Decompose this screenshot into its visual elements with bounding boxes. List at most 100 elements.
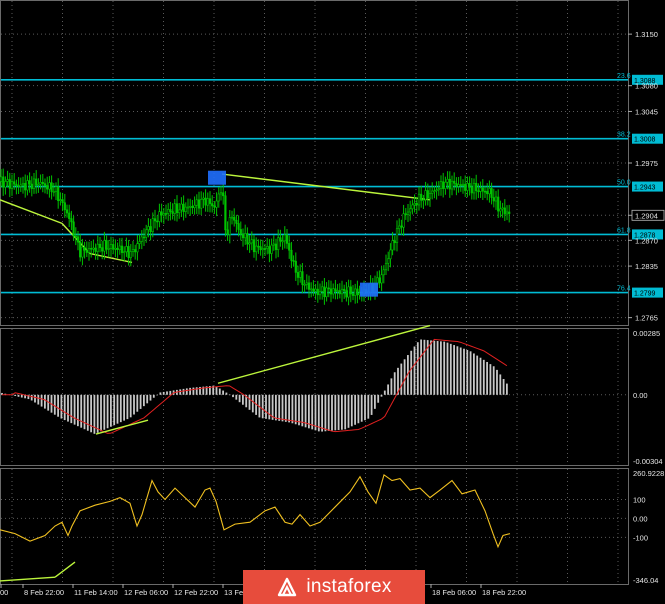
macd-histogram-bar: [453, 345, 455, 395]
candle-body: [63, 202, 66, 211]
candle-body: [461, 183, 465, 186]
candle-body: [90, 248, 93, 250]
macd-histogram-bar: [110, 394, 112, 427]
macd-histogram-bar: [463, 348, 465, 395]
candle-body: [61, 199, 64, 204]
candle-body: [466, 183, 469, 191]
macd-histogram-bar: [162, 391, 165, 395]
candle-body: [175, 203, 179, 214]
macd-histogram-bar: [350, 394, 353, 427]
candle-body: [382, 269, 385, 276]
macd-histogram-bar: [387, 384, 389, 395]
x-tick-label: 00: [0, 588, 8, 597]
candle-body: [270, 244, 273, 254]
macd-histogram-bar: [413, 346, 416, 395]
macd-histogram-bar: [251, 394, 254, 413]
macd-histogram-bar: [492, 366, 495, 395]
macd-histogram-bar: [324, 394, 327, 432]
candle-body: [349, 286, 352, 295]
candle-body: [147, 226, 150, 231]
candle-body: [72, 221, 75, 237]
macd-histogram-bar: [265, 394, 267, 419]
candle-body: [444, 181, 447, 189]
candle-body: [301, 271, 304, 285]
candle-body: [136, 243, 139, 253]
candle-body: [470, 186, 473, 194]
candle-body: [26, 180, 29, 191]
macd-histogram-bar: [383, 390, 386, 395]
price-tick-label: 1.3150: [635, 30, 658, 39]
candle-body: [158, 211, 161, 222]
candle-body: [409, 208, 412, 213]
macd-histogram-bar: [390, 378, 393, 395]
cci-tick-label: 0.00: [633, 514, 648, 523]
candle-body: [171, 211, 174, 214]
candle-body: [417, 193, 421, 206]
macd-histogram-bar: [416, 342, 419, 395]
candle-body: [21, 182, 25, 186]
macd-histogram-bar: [393, 372, 396, 395]
candle-body: [351, 293, 355, 296]
candle-body: [292, 260, 295, 262]
candle-body: [402, 213, 405, 228]
pivot-marker: [208, 170, 226, 185]
macd-histogram-bar: [103, 394, 106, 430]
candle-body: [153, 218, 157, 222]
candle-body: [140, 236, 143, 242]
candle-body: [503, 207, 506, 215]
cci-tick-label: -100: [633, 533, 648, 542]
macd-histogram-bar: [152, 394, 155, 398]
macd-histogram-bar: [169, 390, 172, 395]
candle-body: [288, 243, 291, 251]
candle-body: [294, 260, 297, 273]
candle-body: [222, 192, 225, 197]
candle-body: [483, 190, 487, 193]
candle-body: [70, 218, 73, 223]
macd-histogram-bar: [17, 394, 20, 397]
macd-histogram-bar: [482, 359, 485, 395]
candle-body: [415, 202, 418, 206]
candle-body: [54, 186, 58, 192]
candle-body: [255, 245, 258, 253]
price-tick-label: 1.2975: [635, 159, 658, 168]
candle-body: [87, 248, 91, 253]
candle-body: [169, 209, 172, 212]
candle-body: [420, 193, 423, 201]
candle-body: [281, 240, 284, 243]
fib-level-label: 76.4: [617, 286, 631, 293]
candle-body: [109, 244, 113, 249]
candle-body: [50, 182, 53, 192]
candle-body: [378, 277, 381, 284]
candle-body: [182, 203, 185, 212]
macd-histogram-bar: [159, 392, 162, 395]
candle-body: [204, 197, 207, 206]
macd-histogram-bar: [136, 394, 139, 412]
macd-histogram-bar: [218, 388, 221, 395]
candle-body: [180, 203, 183, 211]
candle-body: [57, 186, 60, 201]
macd-histogram-bar: [357, 394, 360, 424]
candle-body: [103, 240, 106, 252]
macd-histogram-bar: [377, 394, 380, 403]
macd-histogram-bar: [308, 394, 310, 429]
x-tick-label: 8 Feb 22:00: [24, 588, 64, 597]
cci-tick-label: 100: [633, 495, 646, 504]
macd-histogram-bar: [327, 394, 330, 431]
macd-histogram-bar: [129, 394, 132, 418]
fib-level-label: 61.8: [617, 227, 631, 234]
candle-body: [481, 187, 484, 192]
macd-histogram-bar: [146, 394, 149, 404]
candle-body: [123, 251, 126, 254]
candle-body: [79, 241, 82, 258]
macd-histogram-bar: [456, 346, 459, 395]
candle-body: [211, 203, 214, 207]
macd-histogram-bar: [143, 394, 145, 407]
candle-body: [246, 233, 249, 245]
macd-histogram-bar: [469, 351, 472, 395]
candle-body: [191, 205, 194, 209]
candle-body: [85, 249, 88, 253]
candle-body: [272, 243, 275, 246]
macd-histogram-bar: [57, 394, 59, 417]
macd-histogram-bar: [291, 394, 294, 424]
candle-body: [151, 218, 154, 232]
